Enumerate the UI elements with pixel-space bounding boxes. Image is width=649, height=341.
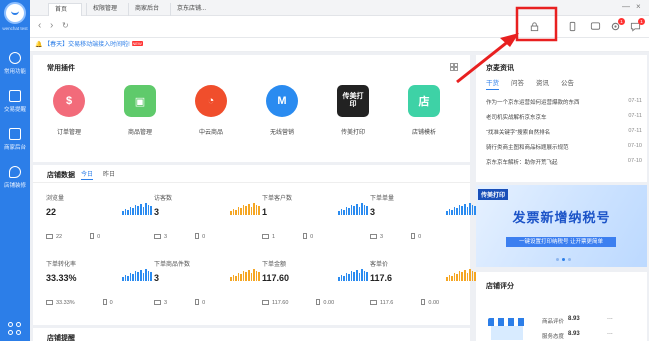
annotation-overlay	[456, 6, 558, 84]
annotation-arrow-line	[456, 38, 511, 84]
highlight-box	[515, 6, 558, 42]
